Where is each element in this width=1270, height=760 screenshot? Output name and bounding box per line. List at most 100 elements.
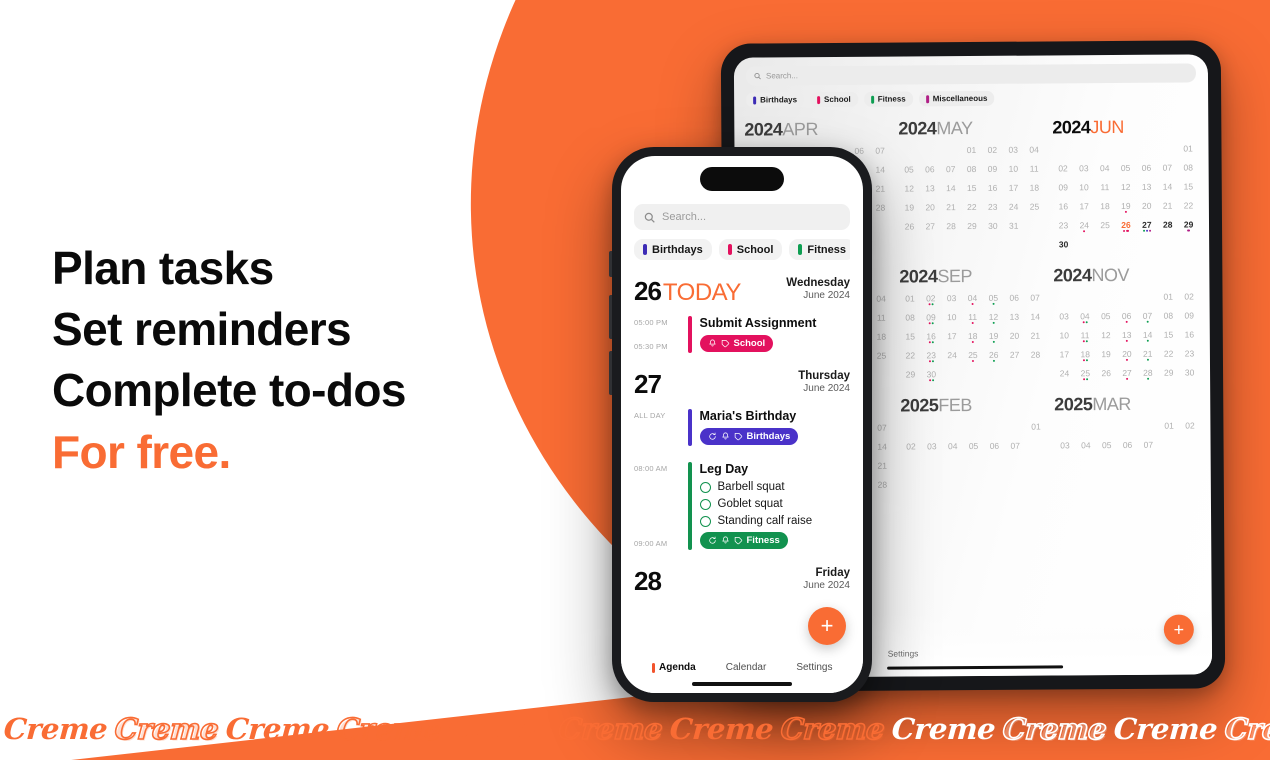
calendar-day[interactable]: 03 — [1054, 311, 1075, 323]
calendar-day[interactable]: 06 — [1136, 163, 1157, 175]
calendar-day[interactable]: 17 — [941, 331, 962, 343]
calendar-day[interactable]: 14 — [1025, 311, 1046, 323]
calendar-day[interactable]: 14 — [1157, 182, 1178, 194]
tablet-nav-settings[interactable]: Settings — [888, 648, 919, 658]
calendar-day[interactable]: 30 — [921, 369, 942, 382]
calendar-day[interactable]: 12 — [899, 183, 920, 195]
calendar-day[interactable]: 31 — [1003, 221, 1024, 233]
calendar-day[interactable]: 29 — [1178, 219, 1199, 232]
calendar-day[interactable]: 04 — [871, 294, 892, 306]
todo-item[interactable]: Standing calf raise — [699, 515, 851, 527]
event-category-badge[interactable]: Fitness — [699, 532, 788, 549]
calendar-day[interactable]: 07 — [1138, 440, 1159, 452]
calendar-day[interactable]: 01 — [961, 145, 982, 157]
calendar-day[interactable]: 29 — [900, 369, 921, 381]
calendar-day[interactable]: 01 — [1026, 421, 1047, 433]
calendar-day[interactable]: 28 — [870, 203, 891, 215]
calendar-day[interactable]: 09 — [982, 164, 1003, 176]
calendar-day[interactable]: 06 — [984, 441, 1005, 453]
calendar-day[interactable]: 20 — [1136, 201, 1157, 213]
calendar-day[interactable]: 18 — [1024, 182, 1045, 194]
calendar-day[interactable]: 15 — [900, 331, 921, 343]
calendar-day[interactable]: 02 — [920, 293, 941, 306]
calendar-day[interactable]: 24 — [1003, 202, 1024, 214]
calendar-day[interactable]: 28 — [1157, 220, 1178, 232]
calendar-day[interactable]: 15 — [961, 183, 982, 195]
calendar-day[interactable]: 10 — [941, 312, 962, 324]
calendar-day[interactable]: 03 — [1003, 145, 1024, 157]
calendar-day[interactable]: 26 — [983, 350, 1004, 363]
event-category-badge[interactable]: School — [699, 335, 774, 352]
calendar-day[interactable]: 01 — [1159, 421, 1180, 433]
todo-item[interactable]: Barbell squat — [699, 481, 851, 493]
tablet-chip-miscellaneous[interactable]: Miscellaneous — [918, 90, 995, 107]
calendar-day[interactable]: 13 — [1004, 312, 1025, 324]
agenda-event[interactable]: 08:00 AM 09:00 AM Leg Day Barbell squat Gobl… — [634, 462, 850, 550]
calendar-day[interactable]: 08 — [1158, 311, 1179, 323]
calendar-day[interactable]: 25 — [871, 351, 892, 363]
calendar-day[interactable]: 11 — [1024, 163, 1045, 175]
calendar-day[interactable]: 21 — [1025, 330, 1046, 342]
calendar-day[interactable]: 07 — [940, 164, 961, 176]
calendar-day[interactable]: 19 — [983, 331, 1004, 344]
calendar-day[interactable]: 26 — [899, 221, 920, 233]
calendar-day[interactable]: 18 — [962, 331, 983, 344]
calendar-day[interactable]: 26 — [1096, 368, 1117, 380]
calendar-day[interactable]: 30 — [982, 221, 1003, 233]
calendar-day[interactable]: 05 — [1095, 311, 1116, 323]
calendar-day[interactable]: 06 — [1004, 293, 1025, 305]
phone-nav-calendar[interactable]: Calendar — [726, 662, 767, 673]
calendar-day[interactable]: 27 — [1117, 368, 1138, 381]
calendar-day[interactable]: 07 — [870, 146, 891, 158]
calendar-day[interactable]: 14 — [870, 165, 891, 177]
calendar-day[interactable]: 07 — [1025, 292, 1046, 304]
calendar-day[interactable]: 30 — [1053, 239, 1074, 251]
calendar-day[interactable]: 14 — [940, 183, 961, 195]
calendar-day[interactable]: 01 — [1178, 143, 1199, 155]
calendar-day[interactable]: 07 — [1137, 311, 1158, 323]
calendar-day[interactable]: 11 — [962, 312, 983, 325]
calendar-day[interactable]: 12 — [983, 312, 1004, 325]
calendar-day[interactable]: 24 — [1074, 220, 1095, 233]
calendar-day[interactable]: 11 — [1075, 330, 1096, 343]
calendar-day[interactable]: 06 — [919, 164, 940, 176]
calendar-day[interactable]: 20 — [1116, 349, 1137, 362]
calendar-day[interactable]: 22 — [1158, 349, 1179, 361]
todo-checkbox-icon[interactable] — [699, 481, 711, 493]
calendar-day[interactable]: 20 — [920, 202, 941, 214]
phone-search-input[interactable]: Search... — [634, 204, 850, 230]
calendar-day[interactable]: 22 — [1178, 200, 1199, 212]
calendar-day[interactable]: 23 — [1053, 220, 1074, 232]
calendar-day[interactable]: 21 — [941, 202, 962, 214]
calendar-day[interactable]: 16 — [921, 331, 942, 344]
calendar-day[interactable]: 13 — [1136, 182, 1157, 194]
calendar-day[interactable]: 11 — [871, 313, 892, 325]
calendar-day[interactable]: 28 — [1137, 368, 1158, 380]
calendar-day[interactable]: 28 — [1025, 349, 1046, 361]
calendar-day[interactable]: 16 — [982, 183, 1003, 195]
calendar-day[interactable]: 08 — [900, 312, 921, 324]
calendar-day[interactable]: 27 — [1136, 220, 1157, 232]
calendar-day[interactable]: 18 — [871, 332, 892, 344]
todo-item[interactable]: Goblet squat — [699, 498, 851, 510]
calendar-day[interactable]: 07 — [872, 423, 893, 435]
calendar-day[interactable]: 15 — [1158, 330, 1179, 342]
calendar-day[interactable]: 01 — [1158, 292, 1179, 304]
calendar-day[interactable]: 08 — [961, 164, 982, 176]
calendar-day[interactable]: 14 — [1137, 330, 1158, 342]
calendar-day[interactable]: 03 — [1055, 440, 1076, 452]
calendar-day[interactable]: 25 — [1075, 368, 1096, 381]
calendar-day[interactable]: 17 — [1074, 201, 1095, 213]
calendar-day[interactable]: 17 — [1054, 349, 1075, 361]
calendar-day[interactable]: 05 — [899, 164, 920, 176]
calendar-day[interactable]: 23 — [1179, 348, 1200, 360]
todo-checkbox-icon[interactable] — [699, 515, 711, 527]
calendar-day[interactable]: 19 — [899, 202, 920, 214]
phone-agenda-list[interactable]: 26 TODAY Wednesday June 2024 05:00 PM 05:30 P… — [621, 276, 863, 597]
agenda-event[interactable]: 05:00 PM 05:30 PM Submit Assignment School — [634, 316, 850, 353]
calendar-day[interactable]: 29 — [962, 221, 983, 233]
calendar-day[interactable]: 05 — [983, 293, 1004, 306]
calendar-day[interactable]: 05 — [1115, 163, 1136, 175]
tablet-chip-birthdays[interactable]: Birthdays — [746, 92, 805, 108]
calendar-day[interactable]: 10 — [1054, 330, 1075, 342]
